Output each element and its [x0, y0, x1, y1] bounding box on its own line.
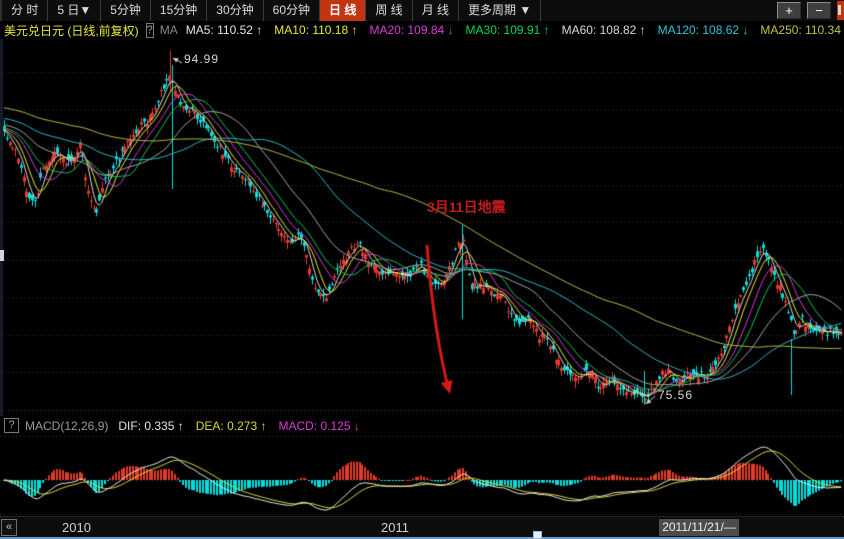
period-tab-10[interactable]: 更多周期 ▼: [459, 0, 541, 21]
macd-pane: [0, 435, 844, 516]
help-icon[interactable]: ?: [146, 23, 154, 38]
ma-value-4: MA60: 108.82 ↑: [562, 23, 646, 37]
left-border: [0, 39, 3, 416]
main-chart-canvas[interactable]: [0, 39, 844, 416]
period-toolbar: 分 时5 日▼5分钟15分钟30分钟60分钟日 线周 线月 线更多周期 ▼ + …: [0, 0, 844, 21]
symbol-title: 美元兑日元 (日线,前复权): [4, 22, 139, 39]
macd-title: MACD(12,26,9): [25, 419, 108, 433]
ma-label: MA: [160, 23, 178, 37]
toolbar-right-group: + −: [777, 0, 844, 21]
period-tab-3[interactable]: 5分钟: [101, 0, 151, 21]
macd-value-1: DEA: 0.273 ↑: [196, 419, 267, 433]
ma-value-0: MA5: 110.52 ↑: [186, 23, 263, 37]
macd-value-2: MACD: 0.125 ↓: [278, 419, 359, 433]
partial-glyph: [838, 5, 841, 15]
macd-indicator-bar: ? MACD(12,26,9) DIF: 0.335 ↑ DEA: 0.273 ↑…: [0, 416, 844, 435]
partial-red-button[interactable]: [837, 1, 844, 20]
period-tab-9[interactable]: 月 线: [413, 0, 459, 21]
ma-value-6: MA250: 110.34 ↓: [760, 23, 844, 37]
period-tab-7[interactable]: 日 线: [320, 0, 366, 21]
time-axis-bar: « 2010 2011 2011/11/21/—: [0, 516, 844, 539]
current-date-label: 2011/11/21/—: [659, 519, 739, 536]
main-chart-pane: 94.99 3月11日地震 75.56: [0, 39, 844, 416]
ma-value-2: MA20: 109.84 ↓: [369, 23, 453, 37]
main-indicator-bar: 美元兑日元 (日线,前复权) ? MA MA5: 110.52 ↑ MA10: 1…: [0, 21, 844, 39]
period-tab-2[interactable]: 5 日▼: [48, 0, 101, 21]
ma-value-3: MA30: 109.91 ↑: [466, 23, 550, 37]
macd-canvas[interactable]: [0, 435, 844, 516]
zoom-in-button[interactable]: +: [777, 2, 801, 19]
ma-value-1: MA10: 110.18 ↑: [274, 23, 357, 37]
period-tab-1[interactable]: 分 时: [2, 0, 48, 21]
scroll-left-button[interactable]: «: [1, 519, 17, 536]
period-buttons: 分 时5 日▼5分钟15分钟30分钟60分钟日 线周 线月 线更多周期 ▼: [2, 0, 541, 21]
left-scroll-thumb[interactable]: [0, 250, 4, 261]
ma-values: MA5: 110.52 ↑ MA10: 110.18 ↑ MA20: 109.84 …: [186, 23, 844, 37]
period-tab-4[interactable]: 15分钟: [151, 0, 207, 21]
axis-tick-2011: 2011: [381, 520, 409, 535]
ma-value-5: MA120: 108.62 ↓: [658, 23, 749, 37]
macd-values: DIF: 0.335 ↑ DEA: 0.273 ↑ MACD: 0.125 ↓: [118, 419, 371, 433]
period-tab-5[interactable]: 30分钟: [207, 0, 263, 21]
charting-app-window: 分 时5 日▼5分钟15分钟30分钟60分钟日 线周 线月 线更多周期 ▼ + …: [0, 0, 844, 538]
period-tab-8[interactable]: 周 线: [366, 0, 412, 21]
macd-value-0: DIF: 0.335 ↑: [118, 419, 183, 433]
macd-help-icon[interactable]: ?: [4, 418, 19, 433]
period-tab-6[interactable]: 60分钟: [264, 0, 320, 21]
zoom-out-button[interactable]: −: [807, 2, 831, 19]
axis-tick-2010: 2010: [62, 520, 91, 535]
